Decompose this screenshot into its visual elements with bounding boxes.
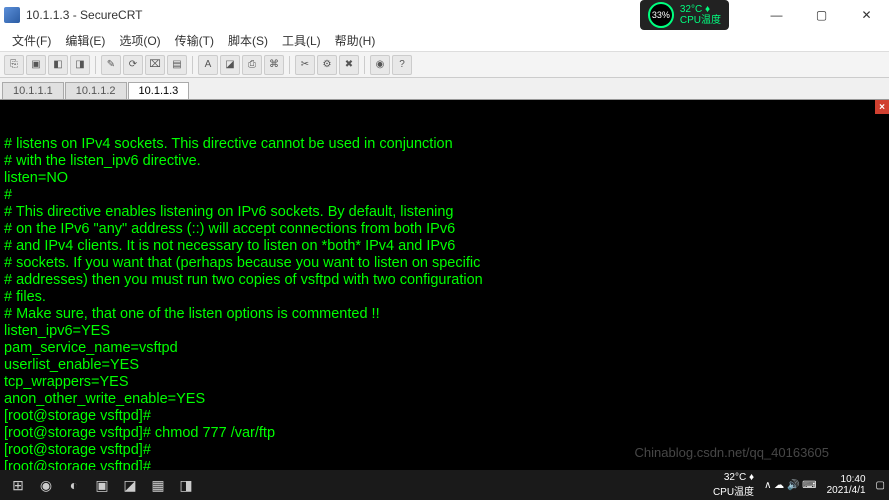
toolbar-button[interactable]: ▤ [167, 55, 187, 75]
windows-taskbar[interactable]: ⊞ ◉ ◐ ▣ ◪ ▦ ◨ 32°C ♦CPU温度 ∧ ☁ 🔊 ⌨ 10:402… [0, 470, 889, 500]
toolbar-button[interactable]: ⎘ [4, 55, 24, 75]
toolbar-separator [192, 56, 193, 74]
securecrt-task-icon[interactable]: ◨ [172, 471, 200, 499]
maximize-button[interactable]: ▢ [799, 0, 844, 30]
toolbar-button[interactable]: ✎ [101, 55, 121, 75]
chrome-icon[interactable]: ◉ [32, 471, 60, 499]
titlebar: 10.1.1.3 - SecureCRT 33% 32°C ♦CPU温度 — ▢… [0, 0, 889, 30]
toolbar-button[interactable]: ▣ [26, 55, 46, 75]
window-controls: — ▢ ✕ [754, 0, 889, 30]
toolbar-button[interactable]: ⌘ [264, 55, 284, 75]
menu-item[interactable]: 传输(T) [169, 32, 220, 49]
vm-icon[interactable]: ◪ [116, 471, 144, 499]
session-tabs: 10.1.1.110.1.1.210.1.1.3 [0, 78, 889, 100]
cpu-percent-circle: 33% [648, 2, 674, 28]
terminal-close-button[interactable]: × [875, 100, 889, 114]
tray-icons[interactable]: ∧ ☁ 🔊 ⌨ [764, 480, 817, 491]
session-tab[interactable]: 10.1.1.2 [65, 82, 127, 99]
terminal-view[interactable]: × # listens on IPv4 sockets. This direct… [0, 100, 889, 476]
toolbar-separator [289, 56, 290, 74]
menu-item[interactable]: 脚本(S) [222, 32, 274, 49]
menu-item[interactable]: 文件(F) [6, 32, 57, 49]
toolbar-button[interactable]: ⎙ [242, 55, 262, 75]
toolbar-button[interactable]: ✂ [295, 55, 315, 75]
menu-item[interactable]: 选项(O) [113, 32, 166, 49]
menu-item[interactable]: 编辑(E) [59, 32, 111, 49]
toolbar-button[interactable]: ✖ [339, 55, 359, 75]
minimize-button[interactable]: — [754, 0, 799, 30]
terminal-content: # listens on IPv4 sockets. This directiv… [4, 136, 885, 476]
app-icon [4, 7, 20, 23]
toolbar-separator [364, 56, 365, 74]
menu-bar: 文件(F)编辑(E)选项(O)传输(T)脚本(S)工具(L)帮助(H) [0, 30, 889, 52]
session-tab[interactable]: 10.1.1.1 [2, 82, 64, 99]
taskbar-temp[interactable]: 32°C ♦CPU温度 [713, 472, 754, 498]
menu-item[interactable]: 工具(L) [276, 32, 327, 49]
toolbar-button[interactable]: ◉ [370, 55, 390, 75]
toolbar: ⎘▣◧◨ ✎⟳⌧▤ A◪⎙⌘ ✂⚙✖ ◉? [0, 52, 889, 78]
explorer-icon[interactable]: ▣ [88, 471, 116, 499]
cpu-temp-text: 32°C ♦CPU温度 [680, 4, 721, 26]
notification-button[interactable]: ▢ [876, 480, 885, 491]
taskbar-right: 32°C ♦CPU温度 ∧ ☁ 🔊 ⌨ 10:402021/4/1 ▢ [713, 472, 885, 498]
toolbar-button[interactable]: ? [392, 55, 412, 75]
edge-icon[interactable]: ◐ [60, 471, 88, 499]
close-button[interactable]: ✕ [844, 0, 889, 30]
toolbar-button[interactable]: ⚙ [317, 55, 337, 75]
toolbar-separator [95, 56, 96, 74]
start-button[interactable]: ⊞ [4, 471, 32, 499]
toolbar-button[interactable]: ◨ [70, 55, 90, 75]
app-icon-1[interactable]: ▦ [144, 471, 172, 499]
toolbar-button[interactable]: ⌧ [145, 55, 165, 75]
taskbar-clock[interactable]: 10:402021/4/1 [827, 474, 866, 496]
toolbar-button[interactable]: ◪ [220, 55, 240, 75]
session-tab[interactable]: 10.1.1.3 [128, 82, 190, 99]
toolbar-button[interactable]: ⟳ [123, 55, 143, 75]
toolbar-button[interactable]: A [198, 55, 218, 75]
window-title: 10.1.1.3 - SecureCRT [26, 8, 143, 22]
cpu-temp-widget[interactable]: 33% 32°C ♦CPU温度 [640, 0, 729, 30]
toolbar-button[interactable]: ◧ [48, 55, 68, 75]
watermark: Chinablog.csdn.net/qq_40163605 [635, 445, 829, 460]
menu-item[interactable]: 帮助(H) [329, 32, 382, 49]
